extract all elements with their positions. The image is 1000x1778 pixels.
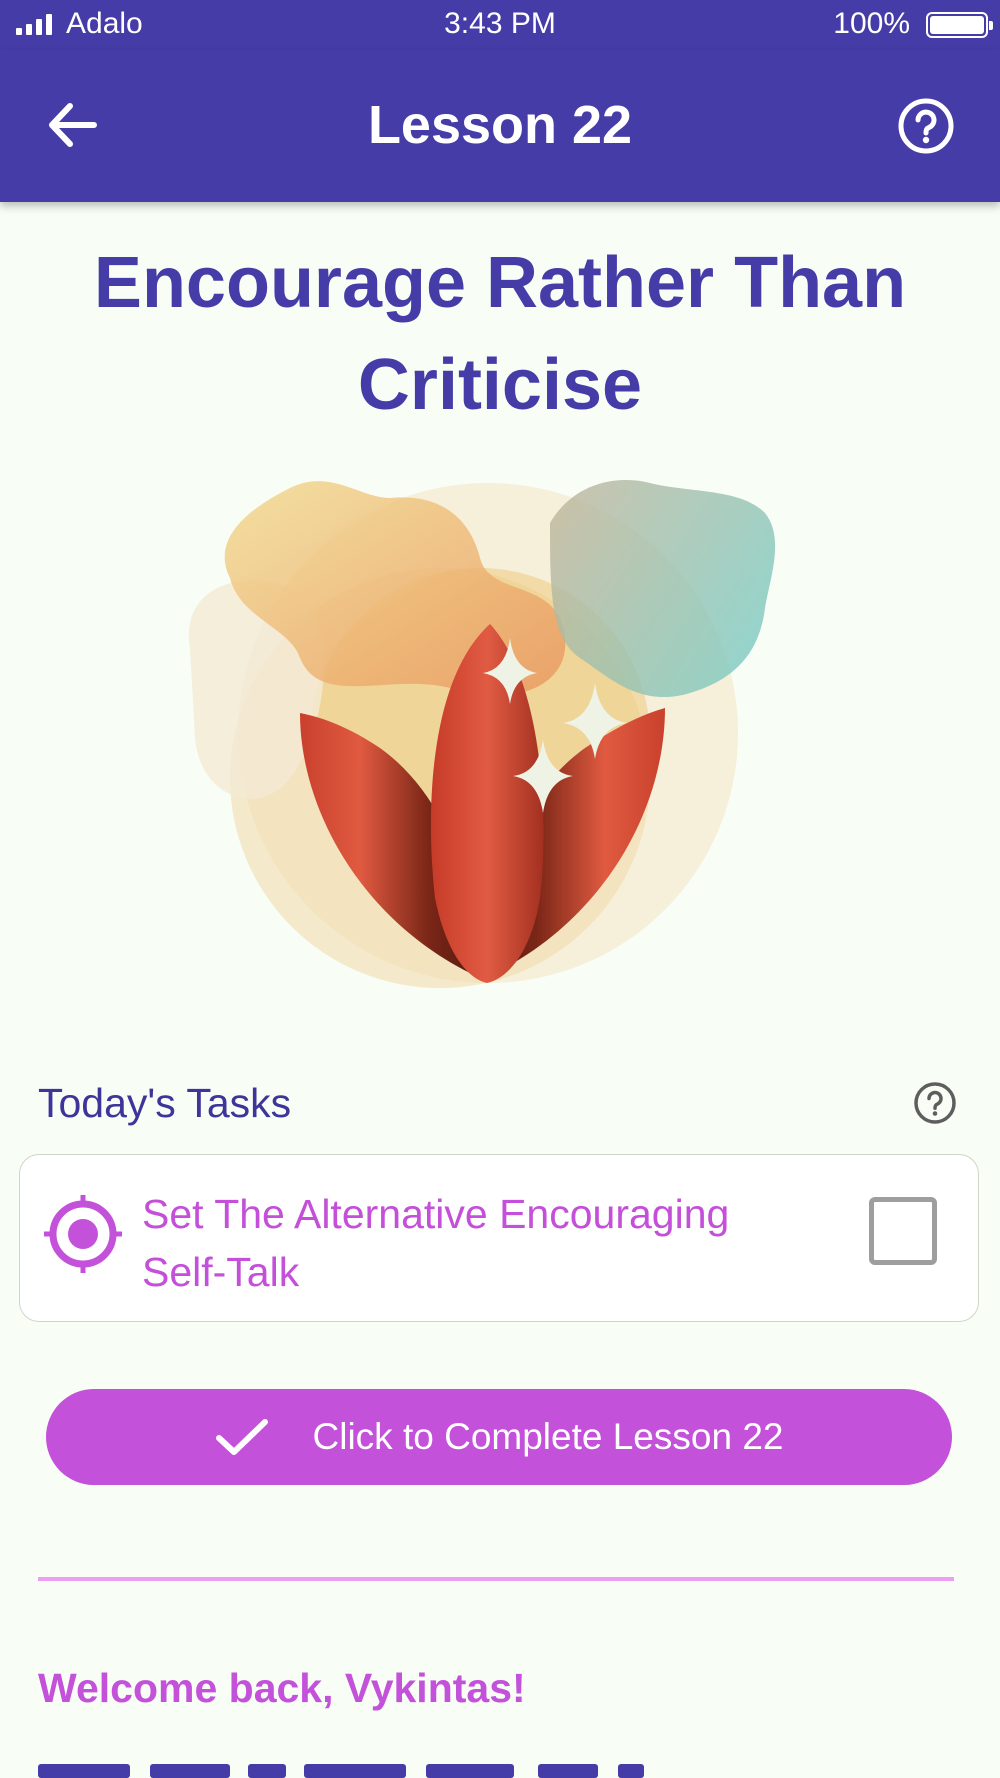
tasks-heading: Today's Tasks	[38, 1080, 292, 1126]
help-circle-icon	[898, 98, 954, 154]
target-icon	[44, 1195, 122, 1273]
page-title: Lesson 22	[367, 95, 633, 155]
task-checkbox[interactable]	[869, 1197, 937, 1265]
help-circle-icon[interactable]	[912, 1080, 958, 1126]
lotus-illustration	[188, 479, 776, 988]
app-header: Lesson 22	[0, 50, 1000, 202]
back-button[interactable]	[40, 92, 106, 158]
complete-button-label: Click to Complete Lesson 22	[312, 1416, 784, 1457]
lesson-title: Encourage Rather Than Criticise	[93, 243, 907, 425]
battery-percent: 100%	[833, 7, 910, 40]
check-icon	[215, 1419, 268, 1455]
help-button[interactable]	[896, 96, 956, 156]
status-bar: Adalo 3:43 PM 100%	[0, 0, 1000, 50]
task-item[interactable]: Set The Alternative Encouraging Self-Tal…	[19, 1154, 979, 1322]
task-label: Set The Alternative Encouraging Self-Tal…	[142, 1191, 730, 1295]
complete-lesson-button[interactable]: Click to Complete Lesson 22	[46, 1389, 952, 1485]
arrow-left-icon	[49, 103, 97, 147]
welcome-heading: Welcome back, Vykintas!	[38, 1665, 526, 1711]
divider	[38, 1577, 954, 1581]
battery-icon	[926, 12, 993, 38]
lesson-body-text-partial	[38, 1754, 738, 1778]
